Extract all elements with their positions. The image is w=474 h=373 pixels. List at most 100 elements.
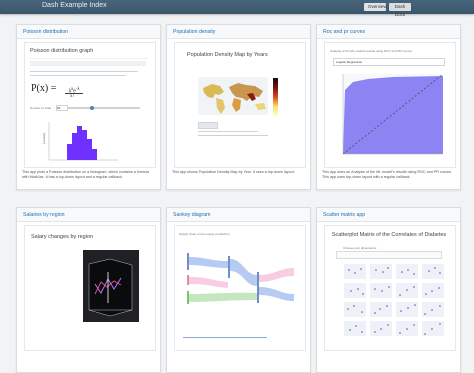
card-title[interactable]: Sankey diagram [173,212,211,218]
matrix-cell [344,283,366,298]
formula-description-line [30,71,138,72]
trials-input[interactable] [56,105,68,111]
matrix-cell [344,321,366,336]
population-map-preview[interactable]: Population Density Map by Years [174,42,306,168]
scatter-point [361,331,363,333]
histogram-bar [82,130,87,160]
scatter-point [399,332,401,334]
scatter-point [439,305,441,307]
preview-title: Scatterplot Matrix of the Correlates of … [331,232,447,238]
scatter-point [414,304,416,306]
scatter-point [400,310,402,312]
scatter-point [399,294,401,296]
scatter-point [438,287,440,289]
timeline-labels [198,131,258,134]
matrix-cell [370,264,392,279]
scatter-matrix-preview[interactable]: Scatterplot Matrix of the Correlates of … [324,225,456,351]
scatter-point [348,269,350,271]
sankey-node [187,291,189,304]
card-header: Sankey diagram [167,208,310,222]
card-poisson-distribution[interactable]: Poisson distribution Poisson distributio… [16,24,161,190]
sankey-link [259,287,294,301]
card-header: Salaries by region [17,208,160,222]
sankey-link [189,277,228,288]
poisson-preview[interactable]: Poisson distribution graph P(x) = λxe-λ … [24,42,156,168]
play-controls[interactable] [198,122,218,129]
input-label: Number of trials [30,106,52,110]
scatter-point [360,268,362,270]
sankey-link [230,259,257,286]
trials-slider[interactable] [68,107,140,109]
card-title[interactable]: Population density [173,29,215,35]
population-density-map[interactable] [198,77,268,115]
world-map-icon [203,83,266,114]
dimensions-label: Choose your dimensions: [343,246,377,250]
scatter-point [374,312,376,314]
scatter-point [428,270,430,272]
sankey-node [187,275,189,285]
formula-denominator: x! [70,94,75,99]
card-roc-pr-curves[interactable]: Roc and pr curves Analysis of the ML mod… [316,24,461,190]
histogram-bar [77,126,82,160]
model-select[interactable]: Logistic Regression [333,58,445,66]
scatter-point [355,325,357,327]
chart-frame [88,258,133,317]
scatter-point [357,288,359,290]
scatter-point [350,290,352,292]
scatter-point [439,272,441,274]
card-title[interactable]: Scatter matrix app [323,212,365,218]
dimension-chip-row[interactable] [336,251,442,259]
card-header: Roc and pr curves [317,25,460,39]
matrix-grid [344,264,444,336]
scatter-point [375,269,377,271]
card-title[interactable]: Roc and pr curves [323,29,365,35]
scatter-point [349,329,351,331]
card-description: This app plots a Poisson distribution on… [22,170,150,179]
salary-preview[interactable]: Salary changes by region [24,225,156,351]
scatter-point [413,273,415,275]
sankey-node [187,253,189,270]
density-colorbar [273,78,278,116]
overview-button[interactable]: Overview [364,3,387,11]
card-description: This app shows Population Density Map by… [172,170,295,174]
scatter-point [407,307,409,309]
control-strip [30,61,146,66]
scatter-point [425,293,427,295]
roc-curve-chart [342,73,444,155]
scatter-point [424,313,426,315]
scatter-point [380,328,382,330]
card-scatter-matrix[interactable]: Scatter matrix app Scatterplot Matrix of… [316,207,461,373]
sankey-preview[interactable]: Supply chain of the energy production [174,225,306,351]
year-slider[interactable] [198,135,268,136]
roc-preview[interactable]: Analysis of the ML model's results using… [324,42,456,168]
histogram-bar [92,149,97,160]
card-title[interactable]: Poisson distribution [23,29,68,35]
preview-divider [30,58,148,59]
scatter-point [413,324,415,326]
matrix-cell [422,264,444,279]
scatter-point [386,305,388,307]
dash-docs-button[interactable]: Dash Docs [389,3,411,17]
card-sankey-diagram[interactable]: Sankey diagram Supply chain of the energ… [166,207,311,373]
scatter-point [374,288,376,290]
matrix-cell [370,302,392,317]
card-salaries-by-region[interactable]: Salaries by region Salary changes by reg… [16,207,161,373]
trials-slider-handle[interactable] [90,105,94,110]
matrix-cell [396,264,418,279]
scatter-matrix-chart [344,264,444,336]
footer-bar [183,337,267,338]
scatter-point [374,331,376,333]
scatter-point [401,271,403,273]
top-navbar: Dash Example Index Overview Dash Docs [0,0,474,17]
card-population-density[interactable]: Population density Population Density Ma… [166,24,311,190]
sankey-chart [187,253,294,304]
scatter-point [382,271,384,273]
scatter-point [388,286,390,288]
sankey-link [189,257,228,268]
poisson-formula: P(x) = [31,83,57,94]
scatter-point [407,269,409,271]
card-title[interactable]: Salaries by region [23,212,65,218]
scatter-point [361,311,363,313]
scatter-point [431,309,433,311]
scatter-point [387,324,389,326]
